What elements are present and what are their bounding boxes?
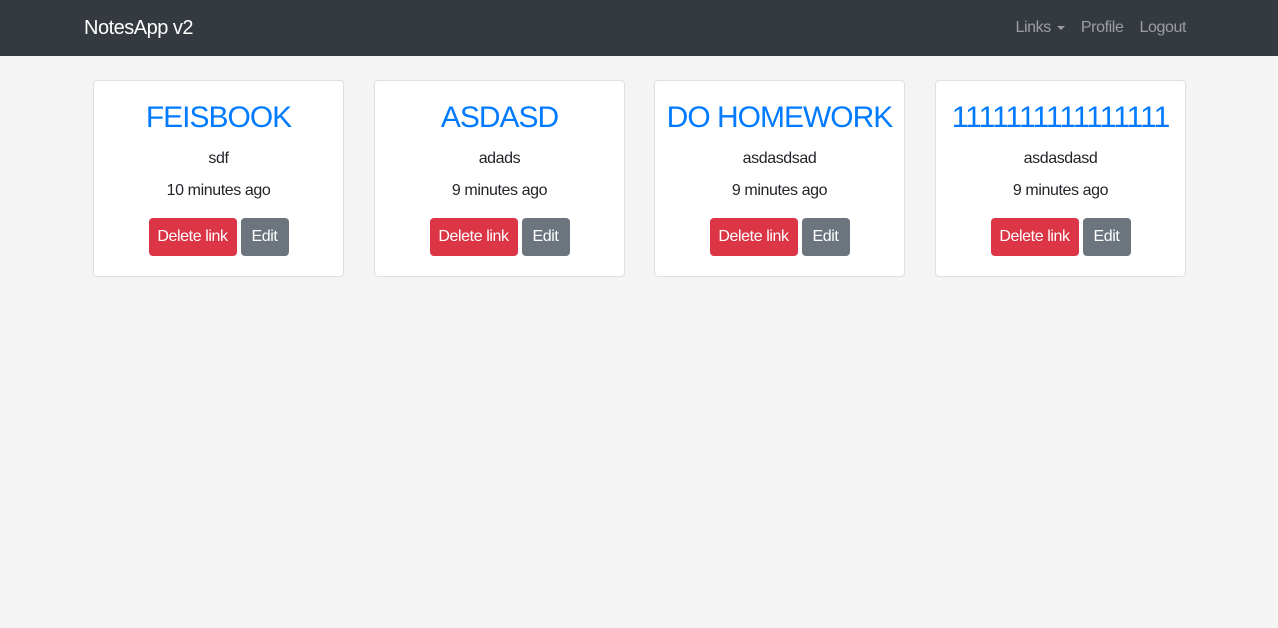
card-actions: Delete link Edit [655,218,904,256]
card-actions: Delete link Edit [375,218,624,256]
note-title-link[interactable]: ASDASD [375,99,624,137]
note-description: asdasdsad [742,150,817,167]
edit-button[interactable]: Edit [521,218,570,256]
card-actions: Delete link Edit [94,218,343,256]
caret-down-icon [1056,26,1065,30]
profile-link[interactable]: Profile [1081,16,1124,40]
note-timestamp: 9 minutes ago [731,182,828,199]
note-title-link[interactable]: 1111111111111111 [936,99,1185,137]
note-timestamp: 9 minutes ago [451,182,548,199]
navbar: NotesApp v2 Links Profile Logout [0,0,1278,56]
note-timestamp: 9 minutes ago [1012,182,1109,199]
logout-link[interactable]: Logout [1139,16,1186,40]
note-title-link[interactable]: DO HOMEWORK [655,99,904,137]
edit-button[interactable]: Edit [1082,218,1131,256]
delete-link-button[interactable]: Delete link [709,218,798,256]
brand-link[interactable]: NotesApp v2 [84,14,194,42]
nav-links: Links Profile Logout [1016,16,1187,40]
links-dropdown[interactable]: Links [1016,16,1065,40]
note-card: FEISBOOK sdf 10 minutes ago Delete link … [93,80,344,277]
note-title-link[interactable]: FEISBOOK [94,99,343,137]
note-timestamp: 10 minutes ago [166,182,271,199]
note-card: DO HOMEWORK asdasdsad 9 minutes ago Dele… [654,80,905,277]
note-description: sdf [208,150,229,167]
delete-link-button[interactable]: Delete link [429,218,518,256]
note-description: asdasdasd [1023,150,1098,167]
card-actions: Delete link Edit [936,218,1185,256]
delete-link-button[interactable]: Delete link [990,218,1079,256]
edit-button[interactable]: Edit [240,218,289,256]
links-dropdown-label: Links [1015,19,1052,36]
note-card: 1111111111111111 asdasdasd 9 minutes ago… [935,80,1186,277]
note-card: ASDASD adads 9 minutes ago Delete link E… [374,80,625,277]
edit-button[interactable]: Edit [801,218,850,256]
note-description: adads [478,150,521,167]
delete-link-button[interactable]: Delete link [148,218,237,256]
